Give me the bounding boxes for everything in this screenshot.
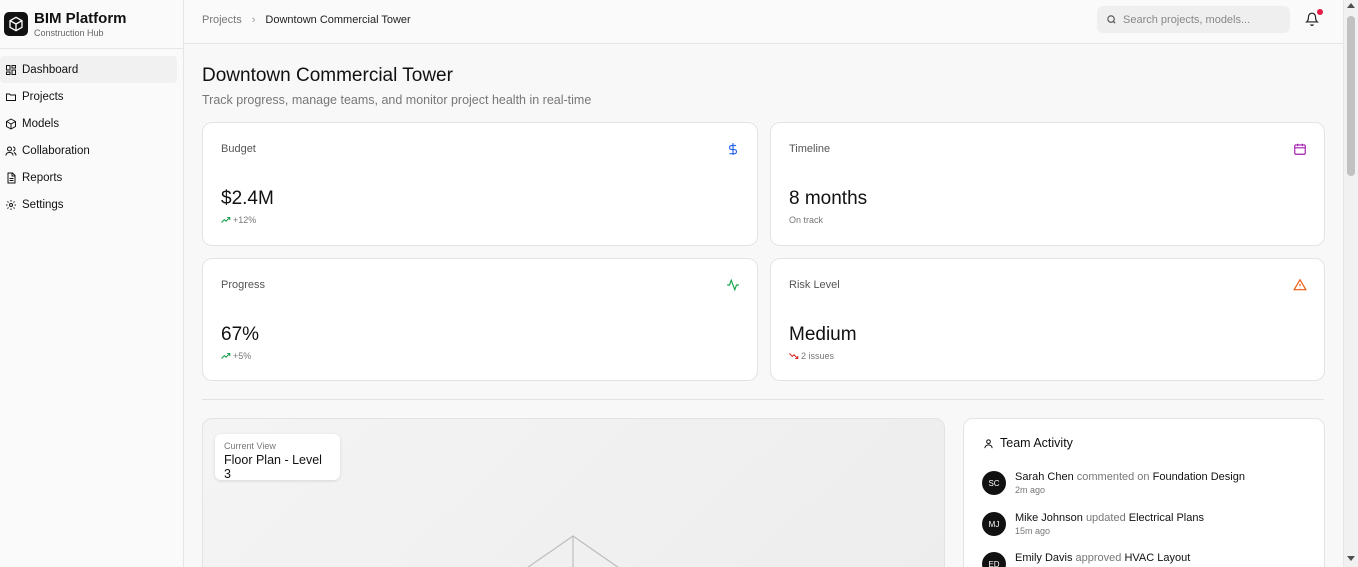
brand[interactable]: BIM Platform Construction Hub: [0, 0, 183, 49]
card-value: Medium: [789, 324, 857, 345]
card-delta: +12%: [221, 215, 256, 225]
scroll-up-arrow-icon[interactable]: [1347, 3, 1355, 8]
timeline-card[interactable]: Timeline 8 months On track: [770, 122, 1325, 246]
activity-item[interactable]: ED Emily Davis approved HVAC Layout: [982, 552, 1190, 567]
cube-logo-icon: [4, 12, 28, 36]
card-label: Progress: [221, 279, 266, 291]
card-delta: 2 issues: [789, 351, 834, 361]
section-divider: [202, 399, 1324, 400]
card-delta: On track: [789, 215, 823, 225]
warning-icon: [1293, 278, 1307, 291]
sidebar-item-settings[interactable]: Settings: [0, 191, 183, 218]
card-delta-text: +5%: [233, 351, 252, 361]
sidebar-item-collaboration[interactable]: Collaboration: [0, 137, 183, 164]
file-icon: [7, 172, 16, 183]
card-value: 67%: [221, 324, 260, 345]
card-delta: +5%: [221, 351, 251, 361]
breadcrumb: Projects › Downtown Commercial Tower: [202, 14, 411, 26]
card-delta-text: 2 issues: [801, 351, 835, 361]
card-label: Risk Level: [789, 279, 840, 291]
activity-user: Emily Davis: [1015, 552, 1073, 564]
activity-user: Mike Johnson: [1015, 512, 1083, 524]
team-activity-header: Team Activity: [983, 436, 1073, 450]
dollar-icon: [728, 143, 738, 155]
activity-target[interactable]: Foundation Design: [1153, 471, 1245, 483]
breadcrumb-projects-link[interactable]: Projects: [202, 14, 242, 26]
dashboard-icon: [6, 64, 16, 75]
sidebar-item-label: Collaboration: [22, 144, 90, 157]
trending-up-icon: [221, 216, 231, 223]
sidebar-item-label: Projects: [22, 90, 64, 103]
sidebar-item-dashboard[interactable]: Dashboard: [0, 56, 177, 83]
activity-verb: approved: [1075, 552, 1122, 564]
card-label: Budget: [221, 143, 256, 155]
activity-time: 2m ago: [1015, 485, 1046, 495]
activity-text: Emily Davis approved HVAC Layout: [1015, 552, 1190, 564]
sidebar-item-label: Settings: [22, 198, 64, 211]
building-model-wireframe: [527, 535, 619, 567]
notification-dot: [1317, 9, 1323, 15]
chevron-right-icon: ›: [251, 14, 256, 26]
current-view-value: Floor Plan - Level 3: [224, 453, 322, 481]
sidebar-item-reports[interactable]: Reports: [0, 164, 183, 191]
sidebar-item-projects[interactable]: Projects: [0, 83, 183, 110]
trending-up-icon: [221, 352, 231, 359]
activity-item[interactable]: SC Sarah Chen commented on Foundation De…: [982, 471, 1245, 495]
users-icon: [5, 146, 17, 156]
activity-target[interactable]: HVAC Layout: [1124, 552, 1190, 564]
sidebar: BIM Platform Construction Hub Dashboard …: [0, 0, 184, 567]
sidebar-item-models[interactable]: Models: [0, 110, 183, 137]
avatar: MJ: [982, 512, 1006, 536]
model-viewer[interactable]: Current View Floor Plan - Level 3: [202, 418, 945, 567]
sidebar-item-label: Models: [22, 117, 60, 130]
avatar: SC: [982, 471, 1006, 495]
activity-icon: [727, 278, 739, 292]
activity-text: Mike Johnson updated Electrical Plans: [1015, 512, 1204, 524]
activity-verb: updated: [1085, 512, 1126, 524]
card-delta-text: +12%: [233, 215, 257, 225]
brand-title: BIM Platform: [34, 9, 127, 27]
vertical-scrollbar[interactable]: [1343, 0, 1358, 567]
activity-target[interactable]: Electrical Plans: [1129, 512, 1204, 524]
card-label: Timeline: [789, 143, 831, 155]
current-view-chip: Current View Floor Plan - Level 3: [215, 434, 340, 481]
folder-icon: [6, 93, 16, 101]
avatar: ED: [982, 552, 1006, 567]
card-value: 8 months: [789, 188, 868, 209]
trending-down-icon: [789, 353, 799, 360]
card-value: $2.4M: [221, 188, 274, 209]
search-box[interactable]: [1097, 6, 1290, 33]
page-title: Downtown Commercial Tower: [202, 65, 453, 86]
sidebar-nav: Dashboard Projects Models Collaboration …: [0, 56, 183, 218]
risk-card[interactable]: Risk Level Medium 2 issues: [770, 258, 1325, 381]
cube-icon: [6, 118, 16, 129]
progress-card[interactable]: Progress 67% +5%: [202, 258, 758, 381]
scroll-down-arrow-icon[interactable]: [1347, 556, 1355, 561]
page-subtitle: Track progress, manage teams, and monito…: [202, 93, 592, 107]
brand-subtitle: Construction Hub: [34, 27, 104, 38]
calendar-icon: [1294, 143, 1306, 155]
scrollbar-thumb[interactable]: [1347, 16, 1355, 176]
activity-item[interactable]: MJ Mike Johnson updated Electrical Plans…: [982, 512, 1204, 536]
search-icon: [1107, 15, 1116, 24]
search-input[interactable]: [1123, 13, 1283, 26]
activity-text: Sarah Chen commented on Foundation Desig…: [1015, 471, 1245, 483]
sidebar-item-label: Reports: [22, 171, 63, 184]
topbar: Projects › Downtown Commercial Tower: [184, 0, 1343, 44]
activity-verb: commented on: [1076, 471, 1150, 483]
team-activity-title: Team Activity: [1000, 436, 1073, 450]
activity-user: Sarah Chen: [1015, 471, 1074, 483]
gear-icon: [6, 199, 16, 210]
sidebar-item-label: Dashboard: [22, 63, 79, 76]
breadcrumb-current: Downtown Commercial Tower: [265, 14, 411, 26]
activity-time: 15m ago: [1015, 526, 1051, 536]
budget-card[interactable]: Budget $2.4M +12%: [202, 122, 758, 246]
team-activity-panel: Team Activity SC Sarah Chen commented on…: [963, 418, 1325, 567]
user-icon: [984, 438, 993, 448]
current-view-label: Current View: [224, 441, 276, 451]
card-delta-text: On track: [789, 215, 824, 225]
